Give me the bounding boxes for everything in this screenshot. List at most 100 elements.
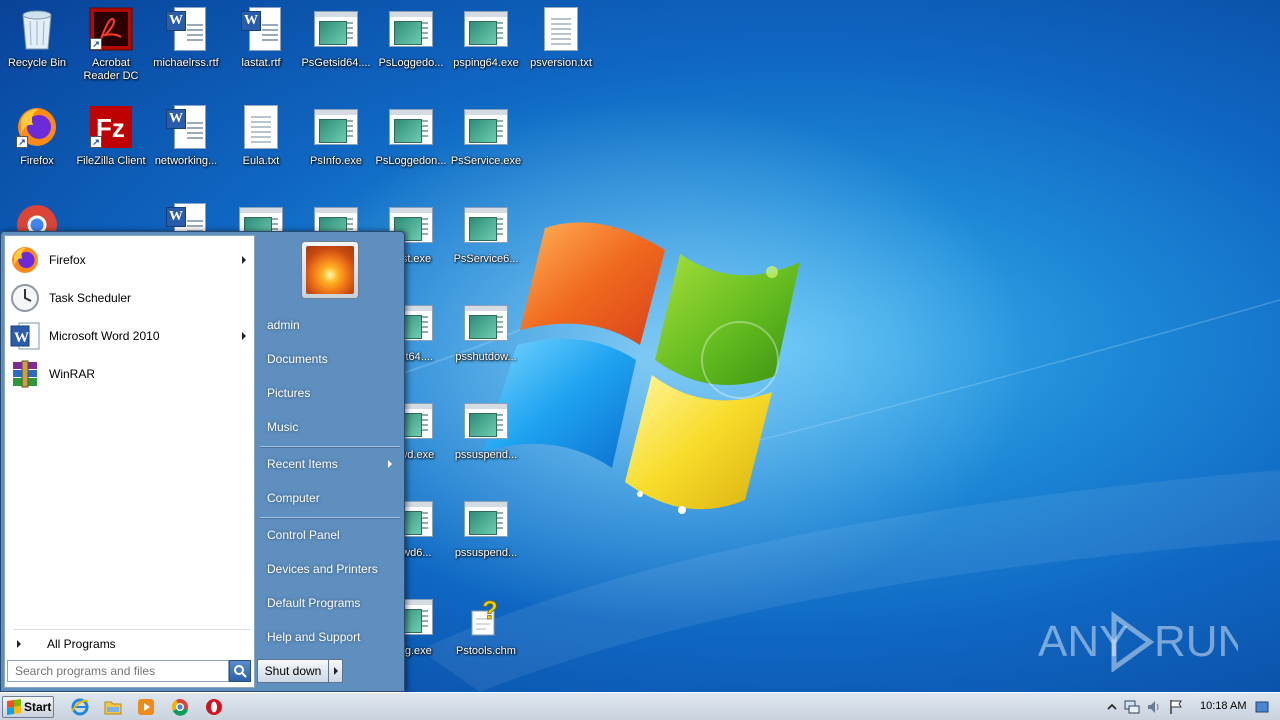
desktop-icon-psgetsid64[interactable]: PsGetsid64....	[299, 0, 373, 90]
desktop-icon-label: networking...	[154, 155, 218, 167]
volume-icon[interactable]	[1146, 699, 1162, 715]
start-item-documents[interactable]: Documents	[260, 345, 400, 373]
desktop-icon-firefox[interactable]: ↗ Firefox	[0, 98, 74, 188]
word-document-icon: W	[163, 6, 209, 52]
desktop-icon-pssuspend64[interactable]: pssuspend...	[449, 490, 523, 580]
desktop-icon-networking[interactable]: W networking...	[149, 98, 223, 188]
start-program-task-scheduler[interactable]: Task Scheduler	[9, 280, 252, 316]
user-avatar[interactable]	[301, 241, 359, 299]
start-item-computer[interactable]: Computer	[260, 484, 400, 512]
start-menu-divider	[13, 629, 251, 630]
anyrun-watermark: ANY RUN	[1038, 608, 1249, 673]
svg-text:?: ?	[482, 595, 498, 625]
desktop-icon-psping64[interactable]: psping64.exe	[449, 0, 523, 90]
media-player-icon[interactable]	[135, 697, 157, 717]
text-file-icon	[238, 104, 284, 150]
start-item-control-panel[interactable]: Control Panel	[260, 521, 400, 549]
all-programs-button[interactable]: All Programs	[13, 633, 251, 655]
help-file-icon: ?	[463, 594, 509, 640]
desktop-icon-eula[interactable]: Eula.txt	[224, 98, 298, 188]
desktop-icon-lastat[interactable]: W lastat.rtf	[224, 0, 298, 90]
desktop-icon-psinfo[interactable]: PsInfo.exe	[299, 98, 373, 188]
submenu-arrow-icon	[388, 460, 392, 468]
submenu-arrow-icon[interactable]	[242, 332, 246, 340]
recycle-bin-icon	[14, 6, 60, 52]
desktop-icon-label: PsInfo.exe	[310, 155, 362, 167]
search-icon	[234, 665, 247, 678]
shutdown-button[interactable]: Shut down	[257, 659, 329, 683]
executable-icon	[463, 300, 509, 346]
desktop-icon-label: Firefox	[20, 155, 54, 167]
recent-items-label: Recent Items	[267, 457, 338, 471]
executable-icon	[388, 6, 434, 52]
desktop-icon-pstools-chm[interactable]: ? Pstools.chm	[449, 588, 523, 678]
taskbar-clock[interactable]: 10:18 AM	[1200, 700, 1246, 712]
desktop-icon-label: Acrobat Reader DC	[83, 57, 139, 82]
desktop-icon-psloggedon[interactable]: PsLoggedo...	[374, 0, 448, 90]
desktop-icon-psversion[interactable]: psversion.txt	[524, 0, 598, 90]
explorer-icon[interactable]	[102, 697, 124, 717]
executable-icon	[463, 104, 509, 150]
start-search-input[interactable]	[7, 660, 229, 682]
desktop-icon-psloggedon-2[interactable]: PsLoggedon...	[374, 98, 448, 188]
desktop-icon-michaelrss[interactable]: W michaelrss.rtf	[149, 0, 223, 90]
start-program-firefox[interactable]: Firefox	[9, 242, 252, 278]
desktop-icon-psservice[interactable]: PsService.exe	[449, 98, 523, 188]
shutdown-options-button[interactable]	[329, 659, 343, 683]
desktop-icon-label: PsService.exe	[450, 155, 522, 167]
desktop-icon-recycle-bin[interactable]: Recycle Bin	[0, 0, 74, 90]
internet-explorer-icon[interactable]	[69, 697, 91, 717]
notification-icon[interactable]	[1254, 699, 1270, 715]
start-item-recent-items[interactable]: Recent Items	[260, 450, 400, 478]
executable-icon	[463, 398, 509, 444]
desktop-icon-psshutdown[interactable]: psshutdow...	[449, 294, 523, 384]
flower-picture-icon	[306, 246, 354, 294]
svg-text:W: W	[14, 330, 29, 346]
start-item-music[interactable]: Music	[260, 413, 400, 441]
text-file-icon	[538, 6, 584, 52]
clock-icon	[9, 282, 41, 314]
word-icon: W	[9, 320, 41, 352]
desktop-icon-label: pssuspend...	[454, 449, 518, 461]
start-item-default-programs[interactable]: Default Programs	[260, 589, 400, 617]
start-item-help-support[interactable]: Help and Support	[260, 623, 400, 651]
desktop-icon-label: PsLoggedon...	[375, 155, 447, 167]
network-icon[interactable]	[1124, 699, 1140, 715]
start-program-winrar[interactable]: WinRAR	[9, 356, 252, 392]
desktop-icon-psservice64[interactable]: PsService6...	[449, 196, 523, 286]
executable-icon	[313, 6, 359, 52]
desktop-icon-label: michaelrss.rtf	[153, 57, 219, 69]
start-item-devices-printers[interactable]: Devices and Printers	[260, 555, 400, 583]
executable-icon	[313, 104, 359, 150]
start-item-user[interactable]: admin	[260, 311, 400, 339]
filezilla-icon: Fz ↗	[88, 104, 134, 150]
all-programs-label: All Programs	[47, 637, 116, 651]
show-hidden-icons-icon[interactable]	[1104, 699, 1120, 715]
desktop-icon-label: PsService6...	[453, 253, 519, 265]
action-center-flag-icon[interactable]	[1168, 699, 1184, 715]
desktop-icon-label: lastat.rtf	[241, 57, 281, 69]
desktop-icon-label: psshutdow...	[455, 351, 517, 363]
chrome-icon[interactable]	[169, 697, 191, 717]
desktop-icon-label: FileZilla Client	[76, 155, 146, 167]
desktop-icon-label: pssuspend...	[454, 547, 518, 559]
windows-logo-icon	[7, 699, 21, 715]
watermark-text-right: RUN	[1154, 617, 1238, 666]
search-button[interactable]	[229, 660, 251, 682]
desktop-icon-filezilla[interactable]: Fz ↗ FileZilla Client	[74, 98, 148, 188]
word-document-icon: W	[163, 104, 209, 150]
start-menu: Firefox Task Scheduler W Microsoft Word …	[0, 231, 405, 692]
desktop-icon-label: PsLoggedo...	[378, 57, 444, 69]
submenu-arrow-icon[interactable]	[242, 256, 246, 264]
start-item-pictures[interactable]: Pictures	[260, 379, 400, 407]
opera-icon[interactable]	[203, 697, 225, 717]
system-tray: 10:18 AM	[1100, 693, 1280, 720]
start-program-word[interactable]: W Microsoft Word 2010	[9, 318, 252, 354]
firefox-icon	[9, 244, 41, 276]
taskbar: Start 10:18 AM	[0, 692, 1280, 720]
desktop-icon-pssuspend[interactable]: pssuspend...	[449, 392, 523, 482]
executable-icon	[463, 496, 509, 542]
desktop-icon-acrobat[interactable]: ↗ Acrobat Reader DC	[74, 0, 148, 90]
start-button[interactable]: Start	[2, 696, 54, 718]
executable-icon	[463, 202, 509, 248]
